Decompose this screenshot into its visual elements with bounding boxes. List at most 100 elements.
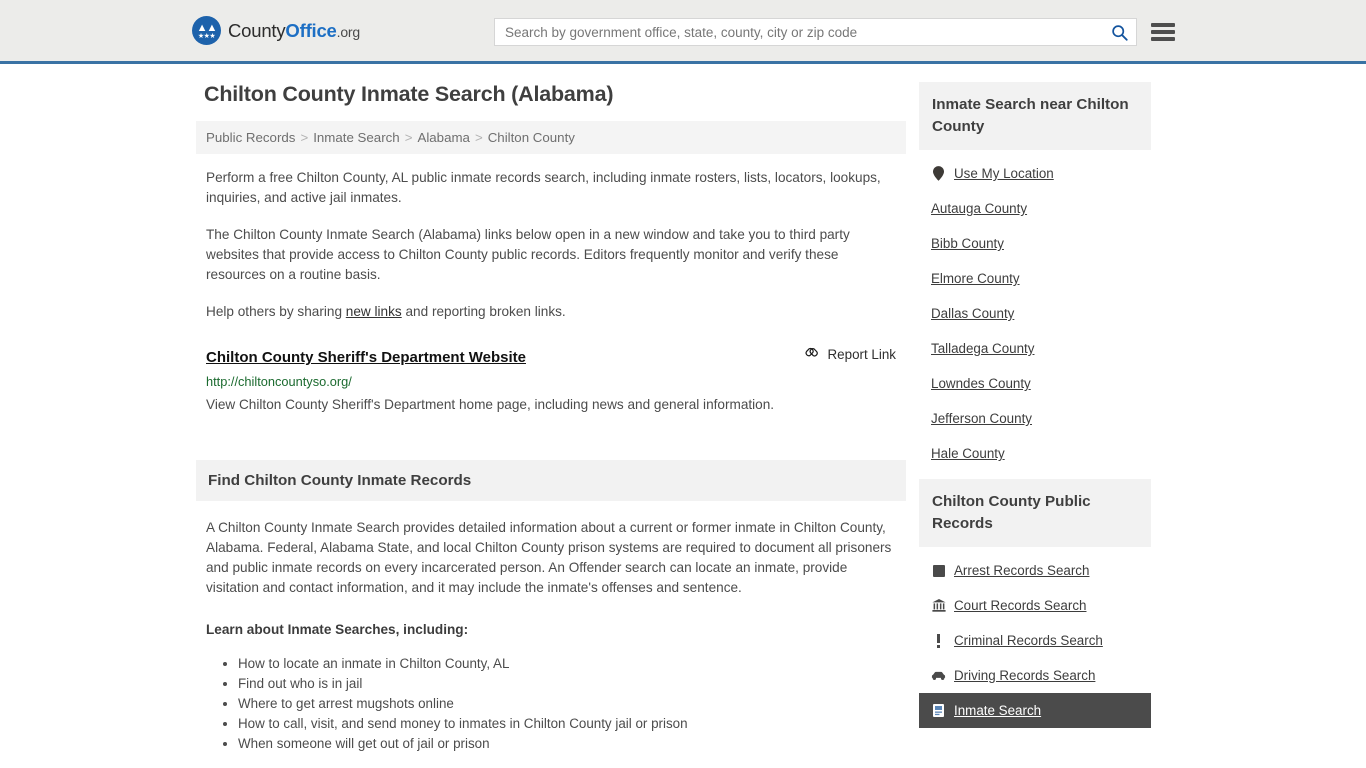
breadcrumb-sep-0: > [300,130,309,145]
intro-paragraph-3: Help others by sharing new links and rep… [206,302,896,322]
list-item: Dallas County [919,296,1151,331]
list-item: Inmate Search [919,693,1151,728]
report-link-button[interactable]: Report Link [805,346,896,362]
page-body: Chilton County Inmate Search (Alabama) P… [0,64,1366,754]
menu-bar-1 [1151,23,1175,27]
breadcrumb-item-1[interactable]: Inmate Search [313,130,399,145]
list-item: Jefferson County [919,401,1151,436]
car-icon [931,671,946,681]
id-card-icon [931,704,946,717]
site-logo[interactable]: ▲▲ ★★★ CountyOffice.org [192,16,360,45]
sidebar-item-label: Lowndes County [931,376,1031,391]
brand-part-office: Office [285,19,337,41]
sidebar-item-autauga-county[interactable]: Autauga County [919,191,1151,226]
nearby-widget-heading: Inmate Search near Chilton County [919,82,1151,150]
new-links-link[interactable]: new links [346,304,402,319]
share-text-post: and reporting broken links. [401,304,566,319]
sidebar-item-label: Bibb County [931,236,1004,251]
sidebar-item-arrest-records-search[interactable]: Arrest Records Search [919,553,1151,588]
breadcrumb: Public Records > Inmate Search > Alabama > Chi… [196,121,906,154]
brand-part-org: .org [336,23,361,40]
bank-icon [931,599,946,612]
eagle-logo-icon: ▲▲ ★★★ [192,16,221,45]
sidebar-item-bibb-county[interactable]: Bibb County [919,226,1151,261]
list-item: Arrest Records Search [919,553,1151,588]
list-item: Lowndes County [919,366,1151,401]
sidebar-item-court-records-search[interactable]: Court Records Search [919,588,1151,623]
list-item: Where to get arrest mugshots online [238,694,896,714]
intro-section: Perform a free Chilton County, AL public… [196,168,906,414]
site-header: ▲▲ ★★★ CountyOffice.org [0,0,1366,64]
sidebar-item-label: Court Records Search [954,598,1087,613]
sidebar: Inmate Search near Chilton County Use My… [919,82,1151,754]
search-button[interactable] [1102,19,1136,45]
sidebar-item-elmore-county[interactable]: Elmore County [919,261,1151,296]
fingerprint-icon [931,564,946,577]
broken-link-icon [805,347,818,357]
list-item: Find out who is in jail [238,674,896,694]
breadcrumb-sep-2: > [474,130,483,145]
list-item: Bibb County [919,226,1151,261]
hamburger-menu-button[interactable] [1151,20,1175,44]
list-item: Court Records Search [919,588,1151,623]
report-link-label: Report Link [827,346,896,362]
list-item: When someone will get out of jail or pri… [238,734,896,754]
sidebar-item-label: Inmate Search [954,703,1042,718]
map-pin-icon [931,166,946,181]
sidebar-item-hale-county[interactable]: Hale County [919,436,1151,471]
find-records-heading: Find Chilton County Inmate Records [196,460,906,501]
sidebar-item-label: Jefferson County [931,411,1032,426]
intro-paragraph-2: The Chilton County Inmate Search (Alabam… [206,227,850,282]
sidebar-item-label: Driving Records Search [954,668,1096,683]
sidebar-item-dallas-county[interactable]: Dallas County [919,296,1151,331]
sidebar-item-label: Criminal Records Search [954,633,1103,648]
public-records-heading: Chilton County Public Records [919,479,1151,547]
brand-text: CountyOffice.org [228,20,360,42]
brand-part-county: County [228,19,286,41]
sidebar-item-criminal-records-search[interactable]: Criminal Records Search [919,623,1151,658]
public-records-list: Arrest Records Search Court Records Sear… [919,547,1151,728]
sidebar-item-label: Talladega County [931,341,1035,356]
sidebar-item-use-my-location[interactable]: Use My Location [919,156,1151,191]
sidebar-item-talladega-county[interactable]: Talladega County [919,331,1151,366]
list-item: Hale County [919,436,1151,471]
resource-url[interactable]: http://chiltoncountyso.org/ [206,374,896,389]
intro-paragraph-1: Perform a free Chilton County, AL public… [206,170,881,205]
list-item: Use My Location [919,156,1151,191]
sidebar-item-label: Elmore County [931,271,1020,286]
sidebar-item-label: Hale County [931,446,1005,461]
public-records-widget: Chilton County Public Records Arrest Rec… [919,479,1151,728]
sidebar-item-lowndes-county[interactable]: Lowndes County [919,366,1151,401]
list-item: Driving Records Search [919,658,1151,693]
list-item: Autauga County [919,191,1151,226]
list-item: Elmore County [919,261,1151,296]
sidebar-item-label: Use My Location [954,166,1054,181]
breadcrumb-item-2[interactable]: Alabama [417,130,469,145]
resource-link-title[interactable]: Chilton County Sheriff's Department Webs… [206,349,526,366]
learn-about-list: How to locate an inmate in Chilton Count… [206,654,896,754]
menu-bar-3 [1151,37,1175,41]
nearby-widget-list: Use My Location Autauga County Bibb Coun… [919,150,1151,471]
breadcrumb-item-3[interactable]: Chilton County [488,130,575,145]
find-records-body: A Chilton County Inmate Search provides … [196,518,906,754]
sidebar-item-inmate-search[interactable]: Inmate Search [919,693,1151,728]
resource-link-entry: Chilton County Sheriff's Department Webs… [206,346,896,414]
list-item: Talladega County [919,331,1151,366]
list-item: How to call, visit, and send money to in… [238,714,896,734]
find-records-paragraph: A Chilton County Inmate Search provides … [206,520,892,595]
resource-description: View Chilton County Sheriff's Department… [206,397,775,412]
list-item: Criminal Records Search [919,623,1151,658]
exclamation-icon [931,633,946,648]
breadcrumb-item-0[interactable]: Public Records [206,130,295,145]
breadcrumb-sep-1: > [404,130,413,145]
main-column: Chilton County Inmate Search (Alabama) P… [196,82,906,754]
search-bar [494,18,1137,46]
sidebar-item-label: Autauga County [931,201,1028,216]
menu-bar-2 [1151,30,1175,34]
page-title: Chilton County Inmate Search (Alabama) [204,82,614,106]
sidebar-item-label: Dallas County [931,306,1015,321]
search-input[interactable] [495,19,1102,45]
sidebar-item-driving-records-search[interactable]: Driving Records Search [919,658,1151,693]
sidebar-item-jefferson-county[interactable]: Jefferson County [919,401,1151,436]
list-item: How to locate an inmate in Chilton Count… [238,654,896,674]
